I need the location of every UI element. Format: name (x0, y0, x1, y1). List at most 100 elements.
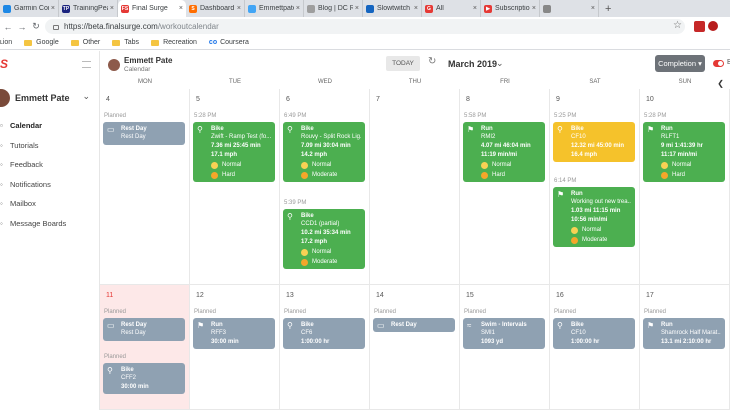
sidebar-item-message-boards[interactable]: ◦ Message Boards (0, 214, 100, 234)
close-icon[interactable]: × (110, 5, 114, 12)
completion-dropdown[interactable]: Completion ▾ (655, 55, 705, 72)
sidebar-item-tutorials[interactable]: ◦ Tutorials (0, 136, 100, 156)
browser-tab[interactable]: TPTrainingPeaks× (59, 0, 118, 17)
calendar-day-cell[interactable]: 4 Planned ▭ Rest Day Rest Day (100, 89, 190, 285)
bookmark-label: Coursera (220, 39, 249, 46)
app-logo[interactable]: S (0, 57, 8, 71)
chevron-down-icon[interactable]: ⌄ (82, 91, 90, 102)
bookmark-folder[interactable]: Google (24, 39, 59, 46)
refresh-icon[interactable]: ↻ (428, 56, 436, 67)
close-icon[interactable]: × (414, 5, 418, 12)
workout-type: Run (211, 322, 223, 328)
browser-tab[interactable]: SDashboard | St× (186, 0, 245, 17)
workout-card[interactable]: ⚲ Bike Zwift - Ramp Test (fo... 7.36 mi 25:… (193, 122, 275, 182)
chevron-left-icon[interactable]: ❮ (717, 79, 724, 88)
calendar-day-cell[interactable]: 12 Planned ⚑ Run RFF3 30:00 min (190, 285, 280, 410)
workout-type: Bike (301, 213, 314, 219)
workout-card[interactable]: ⚑ Run Working out new trea... 1.03 mi 11:15… (553, 187, 635, 247)
bookmark-folder[interactable]: Recreation (151, 39, 197, 46)
calendar-day-cell[interactable]: 16 Planned ⚲ Bike CF10 1:00:00 hr (550, 285, 640, 410)
workout-card[interactable]: ▭ Rest Day Rest Day (103, 318, 185, 341)
collapse-menu-icon[interactable] (82, 61, 91, 68)
calendar-day-cell[interactable]: 8 5:58 PM ⚑ Run RMI2 4.07 mi 46:04 min 11:19 m… (460, 89, 550, 285)
back-icon[interactable]: ← (2, 22, 14, 32)
workout-card[interactable]: ⚲ Bike CFF2 30:00 min (103, 363, 185, 394)
close-icon[interactable]: × (296, 5, 300, 12)
close-icon[interactable]: × (532, 5, 536, 12)
month-title[interactable]: March 2019 (448, 59, 497, 69)
smiley-icon (481, 161, 488, 169)
browser-tab[interactable]: Garmin Conne× (0, 0, 59, 17)
tab-title: All (436, 5, 444, 12)
calendar-day-cell[interactable]: 10 5:28 PM ⚑ Run RLFT1 9 mi 1:41:39 hr 11:17 m… (640, 89, 730, 285)
calendar-day-cell[interactable]: 7 (370, 89, 460, 285)
chevron-down-icon[interactable]: ⌄ (496, 58, 504, 69)
reload-icon[interactable]: ↻ (30, 21, 42, 32)
browser-tab[interactable]: Blog | DC Rain× (304, 0, 363, 17)
today-button[interactable]: TODAY (386, 56, 420, 71)
user-menu[interactable]: Emmett Pate ⌄ (0, 88, 100, 108)
close-icon[interactable]: × (591, 5, 595, 12)
calendar-day-cell[interactable]: 13 Planned ⚲ Bike CF6 1:00:00 hr (280, 285, 370, 410)
workout-time-label: Planned (554, 309, 577, 315)
browser-tab[interactable]: G All × (422, 0, 481, 17)
view-toggle[interactable] (713, 60, 724, 67)
workout-card[interactable]: ⚲ Bike Rouvy - Split Rock Lig... 7.09 mi 30… (283, 122, 365, 182)
bookmark-folder[interactable]: Tabs (112, 39, 139, 46)
workout-card[interactable]: ⚑ Run RFF3 30:00 min (193, 318, 275, 349)
calendar-day-cell[interactable]: 6 6:49 PM ⚲ Bike Rouvy - Split Rock Lig... 7.… (280, 89, 370, 285)
workout-stat: 12.32 mi 45:00 min (571, 143, 625, 149)
tab-title: Dashboard | St (200, 5, 235, 12)
workout-card[interactable]: ⚑ Run Shamrock Half Marat... 13.1 mi 2:10:0… (643, 318, 725, 349)
calendar-day-cell[interactable]: 17 Planned ⚑ Run Shamrock Half Marat... 13.1 … (640, 285, 730, 410)
forward-icon[interactable]: → (16, 22, 28, 32)
bookmark-apps[interactable]: ʟion (0, 39, 12, 46)
workout-card[interactable]: ⚑ Run RMI2 4.07 mi 46:04 min 11:19 min/mi Nor… (463, 122, 545, 182)
close-icon[interactable]: × (355, 5, 359, 12)
bookmark-folder[interactable]: Other (70, 39, 101, 46)
workout-card[interactable]: ⚑ Run RLFT1 9 mi 1:41:39 hr 11:17 min/mi Norm… (643, 122, 725, 182)
new-tab-button[interactable]: + (599, 0, 617, 17)
profile-icon[interactable] (708, 21, 718, 31)
workout-card[interactable]: ⚲ Bike CF10 1:00:00 hr (553, 318, 635, 349)
calendar-day-cell[interactable]: 5 5:28 PM ⚲ Bike Zwift - Ramp Test (fo... 7.3… (190, 89, 280, 285)
extension-icon[interactable] (694, 21, 705, 32)
feel-label: Normal (492, 162, 512, 168)
calendar-day-cell[interactable]: 9 5:25 PM ⚲ Bike CF10 12.32 mi 45:00 min 16.4 … (550, 89, 640, 285)
browser-tab[interactable]: × (540, 0, 599, 17)
close-icon[interactable]: × (51, 5, 55, 12)
day-number: 11 (106, 292, 114, 299)
feedback-icon: ◦ (0, 160, 3, 170)
sidebar-item-notifications[interactable]: ◦ Notifications (0, 175, 100, 195)
sidebar-item-calendar[interactable]: ▫ Calendar (0, 116, 100, 136)
browser-tab[interactable]: Emmettpate's× (245, 0, 304, 17)
close-icon[interactable]: × (473, 5, 477, 12)
calendar-day-cell[interactable]: 11 Planned ▭ Rest Day Rest Day Planned ⚲ Bike CF… (100, 285, 190, 410)
workout-type: Bike (571, 322, 584, 328)
workout-card[interactable]: ≈ Swim - Intervals SMI1 1093 yd (463, 318, 545, 349)
calendar-day-cell[interactable]: 15 Planned ≈ Swim - Intervals SMI1 1093 yd (460, 285, 550, 410)
bookmark-coursera[interactable]: co Coursera (209, 39, 249, 46)
browser-tab[interactable]: ▶Subscriptions× (481, 0, 540, 17)
workout-card[interactable]: ⚲ Bike CCD1 (partial) 10.2 mi 35:34 min 17.2… (283, 209, 365, 269)
workout-card[interactable]: ⚲ Bike CF6 1:00:00 hr (283, 318, 365, 349)
sidebar-item-feedback[interactable]: ◦ Feedback (0, 155, 100, 175)
workout-card[interactable]: ▭ Rest Day Rest Day (103, 122, 185, 145)
url-field[interactable]: https://beta.finalsurge.com/workoutcalen… (45, 19, 685, 34)
workout-card[interactable]: ▭ Rest Day (373, 318, 455, 332)
workout-time-label: Planned (104, 354, 127, 360)
browser-tab[interactable]: FS Final Surge × (118, 0, 186, 17)
workout-type: Run (661, 126, 673, 132)
workout-stat: 30:00 min (121, 384, 149, 390)
feel-row: Normal (661, 161, 721, 169)
effort-row: Hard (211, 171, 271, 179)
calendar-day-cell[interactable]: 14 Planned ▭ Rest Day (370, 285, 460, 410)
close-icon[interactable]: × (237, 5, 241, 12)
bookmark-star-icon[interactable]: ☆ (673, 20, 682, 31)
weekday-label: MON (138, 79, 152, 85)
browser-tab[interactable]: Slowtwitch For× (363, 0, 422, 17)
sidebar-item-mailbox[interactable]: ◦ Mailbox (0, 194, 100, 214)
bookmark-label: Other (82, 39, 101, 46)
close-icon[interactable]: × (179, 5, 183, 12)
workout-card[interactable]: ⚲ Bike CF10 12.32 mi 45:00 min 16.4 mph (553, 122, 635, 162)
